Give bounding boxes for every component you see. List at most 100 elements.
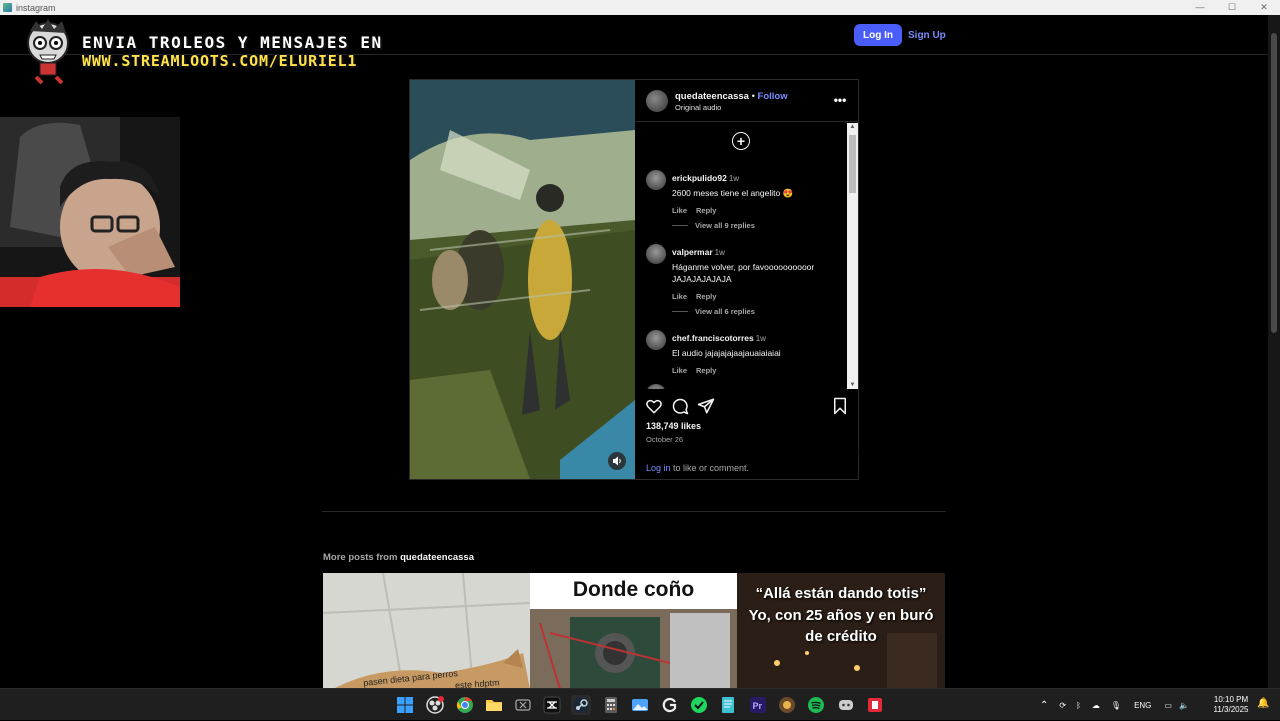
comment-avatar[interactable] <box>646 330 666 350</box>
comment-username[interactable]: erickpulido92 <box>672 173 727 183</box>
comment-text: Háganme volver, por favoooooooooor JAJAJ… <box>672 262 815 284</box>
stream-overlay-banner: ENVIA TROLEOS Y MENSAJES EN WWW.STREAMLO… <box>18 17 458 97</box>
page-scroll-thumb[interactable] <box>1271 33 1277 333</box>
language-indicator[interactable]: ENG <box>1134 701 1151 710</box>
comment-username[interactable]: valpermar <box>672 247 713 257</box>
comment-like-button[interactable]: Like <box>672 206 687 215</box>
comment-time: 1w <box>755 334 766 343</box>
system-clock[interactable]: 10:10 PM 11/3/2025 <box>1208 695 1254 715</box>
obs-icon[interactable] <box>425 695 445 715</box>
scroll-up-arrow[interactable]: ▲ <box>847 124 858 130</box>
login-prompt: Log in to like or comment. <box>646 463 749 473</box>
login-to-comment: Log in to like or comment. <box>635 452 859 479</box>
login-suffix: to like or comment. <box>670 463 750 473</box>
game-app-icon[interactable] <box>777 695 797 715</box>
comments-scrollbar[interactable]: ▲ ▼ <box>847 123 858 389</box>
more-options-icon[interactable]: ••• <box>831 94 849 106</box>
comment-reply-button[interactable]: Reply <box>696 292 716 301</box>
comment-like-button[interactable]: Like <box>672 366 687 375</box>
window-controls: — ☐ ✕ <box>1184 0 1280 15</box>
windows-start-icon[interactable] <box>395 695 415 715</box>
banner-text: ENVIA TROLEOS Y MENSAJES EN WWW.STREAMLO… <box>82 33 383 71</box>
window-titlebar[interactable]: instagram — ☐ ✕ <box>0 0 1280 15</box>
banner-line-2: WWW.STREAMLOOTS.COM/ELURIEL1 <box>82 52 358 70</box>
clock-time: 10:10 PM <box>1213 695 1249 704</box>
premiere-icon[interactable]: Pr <box>748 695 768 715</box>
more-post-thumbnail[interactable]: pasen dieta para perros este hdptm <box>323 573 530 688</box>
author-avatar[interactable] <box>646 90 668 112</box>
comment-reply-button[interactable]: Reply <box>696 366 716 375</box>
microphone-icon[interactable]: 🎙 <box>1111 701 1121 710</box>
clock-date: 11/3/2025 <box>1213 705 1249 714</box>
minimize-button[interactable]: — <box>1184 0 1216 15</box>
share-icon[interactable] <box>697 397 715 415</box>
signup-button[interactable]: Sign Up <box>908 24 946 46</box>
spotify-icon[interactable] <box>806 695 826 715</box>
close-button[interactable]: ✕ <box>1248 0 1280 15</box>
section-divider <box>322 511 946 512</box>
xbox-icon[interactable] <box>513 695 533 715</box>
comment-username[interactable]: chef.franciscotorres <box>672 333 754 343</box>
login-button[interactable]: Log In <box>854 24 902 46</box>
red-app-icon[interactable] <box>865 695 885 715</box>
more-post-thumbnail[interactable]: Donde coño <box>530 573 737 688</box>
cloud-icon[interactable]: ☁ <box>1092 701 1100 710</box>
more-post-thumbnail[interactable]: “Allá están dando totis” Yo, con 25 años… <box>737 573 945 688</box>
comment-avatar[interactable] <box>646 384 666 389</box>
photos-icon[interactable] <box>630 695 650 715</box>
sync-icon[interactable]: ⟳ <box>1059 701 1066 710</box>
view-replies-button[interactable]: View all 6 replies <box>672 307 755 316</box>
notepad-icon[interactable] <box>718 695 738 715</box>
comment-like-button[interactable]: Like <box>672 292 687 301</box>
maximize-button[interactable]: ☐ <box>1216 0 1248 15</box>
more-posts-username[interactable]: quedateencassa <box>400 552 474 563</box>
replies-line <box>672 311 688 312</box>
mute-button[interactable] <box>608 452 626 470</box>
follow-button[interactable]: Follow <box>758 91 788 102</box>
green-app-icon[interactable] <box>689 695 709 715</box>
more-posts-heading: More posts from quedateencassa <box>323 552 474 563</box>
comment-username[interactable]: crisdoza <box>672 387 707 389</box>
discord-icon[interactable] <box>836 695 856 715</box>
comment-avatar[interactable] <box>646 244 666 264</box>
notification-icon[interactable]: 🔔 <box>1257 698 1269 709</box>
view-replies-button[interactable]: View all 9 replies <box>672 221 755 230</box>
calculator-icon[interactable] <box>601 695 621 715</box>
bookmark-icon[interactable] <box>831 397 849 415</box>
more-posts-prefix: More posts from <box>323 552 401 563</box>
post-card: quedateencassa • Follow Original audio •… <box>409 79 859 480</box>
author-username[interactable]: quedateencassa <box>675 91 749 102</box>
likes-count[interactable]: 138,749 likes <box>646 421 701 431</box>
add-circle-icon[interactable]: + <box>732 132 750 150</box>
post-video[interactable] <box>410 80 635 479</box>
taskbar: Pr ⌃ ⟳ ᛒ ☁ 🎙 ENG ▭ 🔈 10:10 PM 11/3/2025 … <box>0 688 1280 720</box>
instagram-page: Log In Sign Up ENVIA TROLEOS Y MENSAJES … <box>0 15 1268 688</box>
page-scrollbar[interactable] <box>1268 15 1280 688</box>
chrome-icon[interactable] <box>455 695 475 715</box>
app-icon <box>3 3 12 12</box>
g-app-icon[interactable] <box>660 695 680 715</box>
steam-icon[interactable] <box>571 695 591 715</box>
comment-time: 1w <box>709 388 719 389</box>
svg-text:Pr: Pr <box>753 701 763 711</box>
bluetooth-icon[interactable]: ᛒ <box>1076 701 1081 710</box>
speaker-icon <box>613 456 621 466</box>
view-replies-label: View all 6 replies <box>695 307 755 316</box>
system-tray: ⌃ ⟳ ᛒ ☁ 🎙 ENG ▭ 🔈 <box>1040 689 1196 721</box>
comment-icon[interactable] <box>671 397 689 415</box>
heart-icon[interactable] <box>645 397 663 415</box>
network-icon[interactable]: ▭ <box>1164 701 1172 710</box>
volume-icon[interactable]: 🔈 <box>1179 701 1189 710</box>
file-explorer-icon[interactable] <box>484 695 504 715</box>
comments-list: + erickpulido92 1w 2600 meses tiene el an… <box>635 123 859 389</box>
post-date[interactable]: October 26 <box>646 435 683 444</box>
scroll-down-arrow[interactable]: ▼ <box>847 382 858 388</box>
scroll-thumb[interactable] <box>849 135 856 193</box>
capcut-icon[interactable] <box>542 695 562 715</box>
chevron-up-icon[interactable]: ⌃ <box>1040 700 1048 711</box>
replies-line <box>672 225 688 226</box>
login-link[interactable]: Log in <box>646 463 671 473</box>
comment-avatar[interactable] <box>646 170 666 190</box>
original-audio-link[interactable]: Original audio <box>675 103 721 112</box>
comment-reply-button[interactable]: Reply <box>696 206 716 215</box>
